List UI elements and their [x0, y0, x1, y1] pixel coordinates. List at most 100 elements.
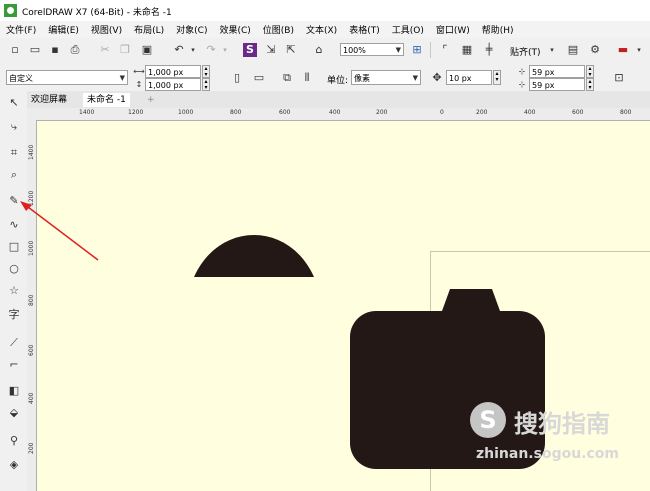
camera-top-shape[interactable] [194, 233, 314, 278]
current-page-icon[interactable]: ⫴ [300, 71, 314, 85]
options-icon[interactable]: ▤ [566, 43, 580, 57]
connector-tool-icon[interactable]: ⌐ [6, 357, 22, 373]
ruler-h-label: 400 [524, 109, 536, 116]
undo-dropdown-icon[interactable]: ▾ [186, 43, 200, 57]
menu-table[interactable]: 表格(T) [343, 23, 386, 36]
nudge-distance-input[interactable]: 10 px [446, 70, 492, 85]
crop-tool-icon[interactable]: ⌗ [6, 145, 22, 161]
export-icon[interactable]: ⇱ [284, 43, 298, 57]
eyedropper-tool-icon[interactable]: ⚲ [6, 433, 22, 449]
menu-effects[interactable]: 效果(C) [213, 23, 256, 36]
full-screen-preview-icon[interactable]: ⊞ [410, 43, 424, 57]
page-height-icon: ↕ [135, 80, 143, 89]
new-document-icon[interactable]: ▫ [8, 43, 22, 57]
watermark: S 搜狗指南 zhinan.sogou.com [470, 400, 640, 470]
page-width-value: 1,000 px [148, 68, 184, 77]
document-tab-bar: 欢迎屏幕 未命名 -1 + [27, 91, 650, 108]
duplicate-y-value: 59 px [532, 81, 555, 90]
camera-viewfinder-shape[interactable] [442, 289, 500, 311]
snap-to-label[interactable]: 贴齐(T) [510, 45, 541, 58]
parallel-dimension-tool-icon[interactable]: ⟋ [6, 335, 22, 351]
property-bar: 自定义 ▼ ⟷ 1,000 px ▴ ▾ ↕ 1,000 px ▴ ▾ ▯ ▭ ⧉ … [0, 63, 650, 92]
show-guidelines-icon[interactable]: ╪ [482, 43, 496, 57]
annotation-arrow [20, 201, 99, 261]
redo-icon[interactable]: ↷ [204, 43, 218, 57]
application-launcher-icon[interactable]: ⚙ [588, 43, 602, 57]
menu-object[interactable]: 对象(C) [170, 23, 213, 36]
nudge-distance-spinner[interactable]: ▴ ▾ [493, 70, 501, 85]
undo-icon[interactable]: ↶ [172, 43, 186, 57]
chevron-down-icon: ▼ [412, 74, 418, 82]
menu-edit[interactable]: 编辑(E) [42, 23, 85, 36]
horizontal-ruler[interactable]: 1400 1200 1000 800 600 400 200 0 200 400… [36, 108, 650, 121]
transparency-tool-icon[interactable]: ⬙ [6, 405, 22, 421]
vertical-ruler[interactable]: 1400 1200 1000 800 600 400 200 [27, 120, 37, 491]
ruler-h-label: 200 [476, 109, 488, 116]
polygon-tool-icon[interactable]: ☆ [6, 283, 22, 299]
duplicate-y-spinner[interactable]: ▴ ▾ [586, 78, 594, 91]
menu-window[interactable]: 窗口(W) [430, 23, 476, 36]
ruler-h-label: 600 [279, 109, 291, 116]
launcher-dropdown-icon[interactable]: ▾ [632, 43, 646, 57]
pick-tool-icon[interactable]: ↖ [6, 95, 22, 111]
menu-tools[interactable]: 工具(O) [386, 23, 430, 36]
title-bar: CorelDRAW X7 (64-Bit) - 未命名 -1 [0, 0, 650, 21]
ruler-v-label: 200 [28, 442, 35, 454]
cut-icon[interactable]: ✂ [98, 43, 112, 57]
text-tool-icon[interactable]: 字 [6, 307, 22, 323]
all-pages-icon[interactable]: ⧉ [280, 71, 294, 85]
portrait-icon[interactable]: ▯ [230, 71, 244, 85]
duplicate-x-input[interactable]: 59 px [529, 65, 585, 78]
ruler-v-label: 600 [28, 344, 35, 356]
zoom-level-select[interactable]: 100% ▼ [340, 43, 404, 56]
duplicate-x-icon: ⊹ [518, 67, 526, 76]
units-select[interactable]: 像素 ▼ [351, 70, 421, 85]
annotation-arrow-line [23, 203, 99, 261]
add-tab-button[interactable]: + [143, 93, 159, 107]
page-options-icon[interactable]: ⊡ [612, 71, 626, 85]
semicircle-shape[interactable] [194, 235, 314, 277]
copy-icon[interactable]: ❐ [118, 43, 132, 57]
page-width-input[interactable]: 1,000 px [145, 65, 201, 78]
page-preset-select[interactable]: 自定义 ▼ [6, 70, 128, 85]
ruler-origin[interactable] [27, 108, 36, 120]
landscape-icon[interactable]: ▭ [252, 71, 266, 85]
snap-dropdown-icon[interactable]: ▾ [545, 43, 559, 57]
tab-welcome-screen[interactable]: 欢迎屏幕 [27, 93, 71, 107]
chevron-down-icon: ▼ [119, 74, 125, 82]
show-rulers-icon[interactable]: ⌜ [438, 43, 452, 57]
units-label: 单位: [327, 76, 349, 86]
menu-layout[interactable]: 布局(L) [128, 23, 170, 36]
redo-dropdown-icon[interactable]: ▾ [218, 43, 232, 57]
shape-tool-icon[interactable]: ⤷ [6, 119, 22, 135]
tab-document[interactable]: 未命名 -1 [83, 93, 130, 107]
toolbar-separator [430, 42, 431, 58]
ruler-h-label: 0 [440, 109, 444, 116]
duplicate-x-spinner[interactable]: ▴ ▾ [586, 65, 594, 78]
ruler-v-label: 400 [28, 392, 35, 404]
duplicate-y-input[interactable]: 59 px [529, 78, 585, 91]
page-width-spinner[interactable]: ▴ ▾ [202, 65, 210, 78]
page-height-spinner[interactable]: ▴ ▾ [202, 78, 210, 91]
save-icon[interactable]: ▪ [48, 43, 62, 57]
interactive-fill-tool-icon[interactable]: ◈ [6, 457, 22, 473]
color-styles-icon[interactable]: ▬ [616, 43, 630, 57]
open-folder-icon[interactable]: ▭ [28, 43, 42, 57]
menu-bitmaps[interactable]: 位图(B) [257, 23, 300, 36]
show-grid-icon[interactable]: ▦ [460, 43, 474, 57]
page-height-input[interactable]: 1,000 px [145, 78, 201, 91]
nudge-distance-icon: ✥ [432, 71, 442, 84]
paste-icon[interactable]: ▣ [140, 43, 154, 57]
menu-file[interactable]: 文件(F) [0, 23, 42, 36]
ruler-h-label: 800 [620, 109, 632, 116]
menu-view[interactable]: 视图(V) [85, 23, 128, 36]
menu-help[interactable]: 帮助(H) [476, 23, 520, 36]
search-content-icon[interactable]: S [243, 43, 257, 57]
print-icon[interactable]: ⎙ [68, 43, 82, 57]
drop-shadow-tool-icon[interactable]: ◧ [6, 383, 22, 399]
ruler-v-label: 800 [28, 294, 35, 306]
zoom-tool-icon[interactable]: ⌕ [6, 167, 22, 183]
publish-pdf-icon[interactable]: ⌂ [312, 43, 326, 57]
menu-text[interactable]: 文本(X) [300, 23, 343, 36]
import-icon[interactable]: ⇲ [264, 43, 278, 57]
